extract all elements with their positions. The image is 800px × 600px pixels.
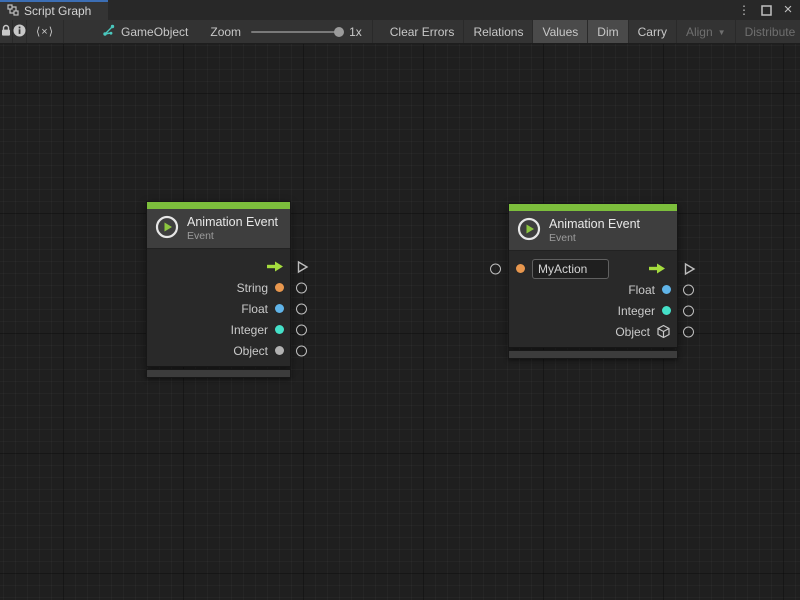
info-icon xyxy=(13,24,26,40)
object-output-port[interactable] xyxy=(296,345,307,356)
float-output-port[interactable] xyxy=(683,284,694,295)
carry-toggle[interactable]: Carry xyxy=(629,20,676,43)
tab-title: Script Graph xyxy=(24,4,91,18)
node-animation-event-2[interactable]: Animation Event Event xyxy=(508,203,678,359)
object-cube-icon xyxy=(656,324,671,339)
chevron-down-icon: ▼ xyxy=(718,28,726,37)
float-type-dot xyxy=(662,285,671,294)
maximize-icon[interactable] xyxy=(758,2,774,18)
port-label: Float xyxy=(241,302,268,316)
graph-canvas[interactable]: Animation Event Event xyxy=(0,44,800,600)
node-header[interactable]: Animation Event Event xyxy=(147,209,290,249)
play-event-icon xyxy=(155,215,179,242)
name-input-port[interactable] xyxy=(490,263,501,274)
port-label: Integer xyxy=(231,323,268,337)
node-animation-event-1[interactable]: Animation Event Event xyxy=(146,201,291,378)
graph-owner-button[interactable]: GameObject xyxy=(92,20,198,43)
node-color-bar xyxy=(147,202,290,209)
toolbar-separator xyxy=(63,20,64,43)
flow-output-port[interactable] xyxy=(683,262,696,275)
object-output-port[interactable] xyxy=(683,326,694,337)
distribute-label: Distribute xyxy=(745,25,796,39)
lock-button[interactable] xyxy=(0,20,12,43)
port-label: Object xyxy=(615,325,650,339)
graph-tab-icon xyxy=(7,4,19,19)
string-output-port[interactable] xyxy=(296,282,307,293)
output-row-integer: Integer xyxy=(509,300,677,321)
tab-script-graph[interactable]: Script Graph xyxy=(0,0,108,20)
distribute-dropdown[interactable]: Distribute ▼ xyxy=(736,20,800,43)
toolbar-separator xyxy=(372,20,373,43)
action-name-field[interactable] xyxy=(532,259,609,279)
output-row-object: Object xyxy=(147,340,290,361)
dim-toggle[interactable]: Dim xyxy=(588,20,627,43)
integer-type-dot xyxy=(662,306,671,315)
node-footer xyxy=(146,369,291,378)
object-type-dot xyxy=(275,346,284,355)
align-label: Align xyxy=(686,25,713,39)
node-color-bar xyxy=(509,204,677,211)
integer-type-dot xyxy=(275,325,284,334)
port-label: Object xyxy=(233,344,268,358)
close-icon[interactable]: × xyxy=(780,2,796,18)
lock-icon xyxy=(0,24,12,40)
node-subtitle: Event xyxy=(187,230,278,242)
output-row-float: Float xyxy=(509,279,677,300)
output-row-integer: Integer xyxy=(147,319,290,340)
relations-button[interactable]: Relations xyxy=(464,20,532,43)
float-type-dot xyxy=(275,304,284,313)
float-output-port[interactable] xyxy=(296,303,307,314)
gameobject-graph-icon xyxy=(102,24,115,40)
zoom-slider-track xyxy=(251,31,343,33)
toolbar: ⟨×⟩ GameObject Zoom 1x Clear Errors Rela… xyxy=(0,20,800,44)
zoom-value: 1x xyxy=(349,25,362,39)
code-icon: ⟨×⟩ xyxy=(36,25,54,38)
flow-output-port[interactable] xyxy=(296,260,309,273)
flow-output-row xyxy=(147,256,290,277)
flow-arrow-icon xyxy=(648,263,666,274)
edit-code-button[interactable]: ⟨×⟩ xyxy=(27,20,63,43)
integer-output-port[interactable] xyxy=(296,324,307,335)
zoom-control: Zoom 1x xyxy=(210,20,371,43)
string-type-dot xyxy=(275,283,284,292)
clear-errors-button[interactable]: Clear Errors xyxy=(381,20,464,43)
graph-owner-label: GameObject xyxy=(121,25,188,39)
integer-output-port[interactable] xyxy=(683,305,694,316)
output-row-object: Object xyxy=(509,321,677,342)
port-label: Float xyxy=(628,283,655,297)
name-input-flow-row xyxy=(509,258,677,279)
flow-arrow-icon xyxy=(266,261,284,272)
output-row-float: Float xyxy=(147,298,290,319)
node-footer xyxy=(508,350,678,359)
values-toggle[interactable]: Values xyxy=(533,20,587,43)
port-label: String xyxy=(237,281,268,295)
zoom-label: Zoom xyxy=(210,25,241,39)
output-row-string: String xyxy=(147,277,290,298)
zoom-slider-handle[interactable] xyxy=(334,27,344,37)
node-header[interactable]: Animation Event Event xyxy=(509,211,677,251)
play-event-icon xyxy=(517,217,541,244)
node-title: Animation Event xyxy=(187,215,278,230)
port-label: Integer xyxy=(618,304,655,318)
info-button[interactable] xyxy=(13,20,26,43)
align-dropdown[interactable]: Align ▼ xyxy=(677,20,735,43)
window-menu-icon[interactable]: ⋮ xyxy=(736,2,752,18)
node-title: Animation Event xyxy=(549,217,640,232)
title-bar: Script Graph ⋮ × xyxy=(0,0,800,20)
string-type-dot xyxy=(516,264,525,273)
zoom-slider[interactable] xyxy=(251,27,343,37)
node-subtitle: Event xyxy=(549,232,640,244)
